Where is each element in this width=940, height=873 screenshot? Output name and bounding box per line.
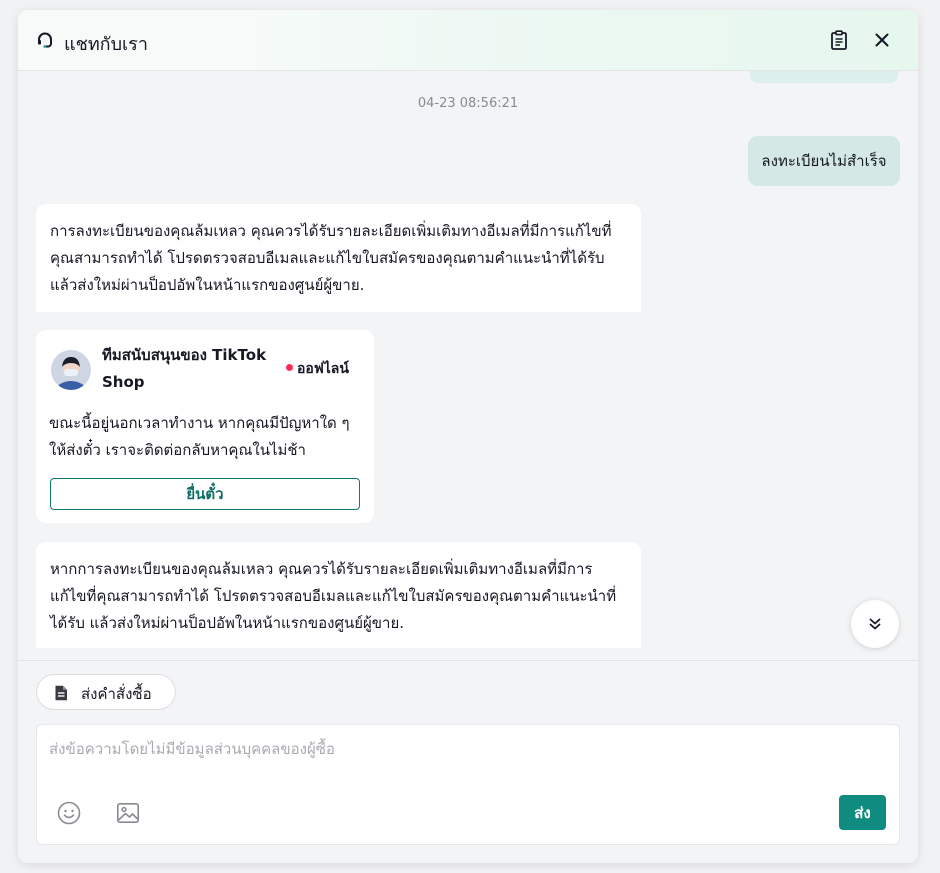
send-order-button[interactable]: ส่งคำสั่งซื้อ: [36, 674, 176, 710]
status-badge: ออฟไลน์: [286, 358, 349, 380]
chat-title: แชทกับเรา: [64, 34, 148, 55]
scroll-to-bottom-button[interactable]: [851, 600, 899, 648]
previous-message-peek: [750, 71, 898, 83]
status-dot-icon: [286, 364, 293, 371]
image-icon[interactable]: [116, 801, 140, 825]
bot-message: การลงทะเบียนของคุณล้มเหลว คุณควรได้รับรา…: [36, 204, 641, 312]
user-message: ลงทะเบียนไม่สำเร็จ: [748, 136, 900, 186]
send-button[interactable]: ส่ง: [839, 795, 886, 830]
emoji-icon[interactable]: [57, 801, 81, 825]
agent-avatar: [51, 350, 91, 390]
chevron-double-down-icon: [869, 618, 881, 630]
headset-icon: [38, 32, 52, 48]
submit-ticket-button[interactable]: ยื่นตั๋ว: [50, 478, 360, 510]
send-order-label: ส่งคำสั่งซื้อ: [81, 685, 152, 703]
agent-name: ทีมสนับสนุนของ TikTok Shop: [102, 346, 267, 391]
footer-divider: [18, 660, 918, 661]
agent-card-message: ขณะนี้อยู่นอกเวลาทำงาน หากคุณมีปัญหาใด ๆ…: [49, 414, 350, 459]
status-label: ออฟไลน์: [297, 361, 349, 377]
agent-card: ทีมสนับสนุนของ TikTok Shop ออฟไลน์ ขณะนี…: [36, 330, 374, 523]
bot-message: หากการลงทะเบียนของคุณล้มเหลว คุณควรได้รั…: [36, 542, 641, 648]
message-composer: ส่ง: [36, 724, 900, 845]
close-icon[interactable]: [873, 31, 891, 49]
message-input[interactable]: [49, 737, 887, 793]
message-timestamp: 04-23 08:56:21: [417, 96, 519, 111]
chat-panel: แชทกับเรา 04-23 08:56:21 ลงทะเบียนไม่สำเ…: [18, 10, 918, 863]
clipboard-icon[interactable]: [830, 30, 848, 50]
chat-header: แชทกับเรา: [18, 10, 918, 71]
document-icon: [55, 685, 67, 701]
